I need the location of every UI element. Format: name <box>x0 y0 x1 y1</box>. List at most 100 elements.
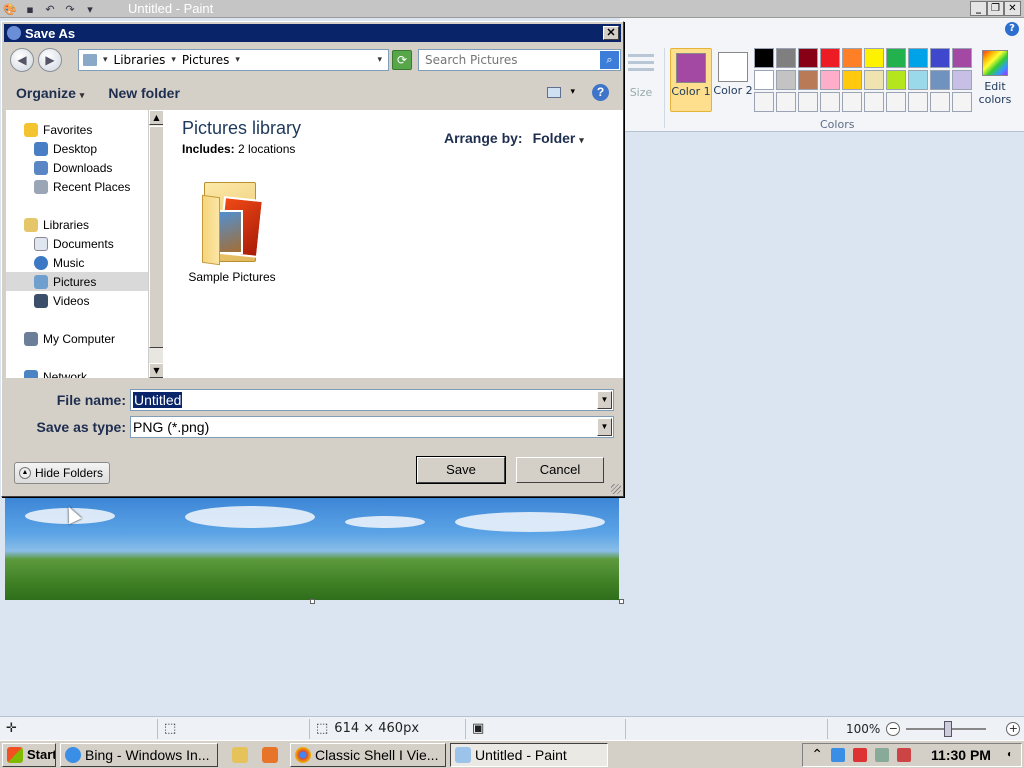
media-player-quicklaunch-icon[interactable] <box>262 746 278 763</box>
palette-swatch[interactable] <box>798 48 818 68</box>
nav-documents[interactable]: Documents <box>6 234 148 253</box>
save-type-select[interactable]: PNG (*.png) ▼ <box>130 416 614 438</box>
color1-button[interactable]: Color 1 <box>670 48 712 112</box>
nav-downloads[interactable]: Downloads <box>6 158 148 177</box>
palette-swatch[interactable] <box>952 70 972 90</box>
restore-icon[interactable]: ❐ <box>987 1 1004 16</box>
explorer-quicklaunch-icon[interactable] <box>232 746 248 763</box>
address-bar[interactable]: ▾ Libraries ▾ Pictures ▾ ▾ <box>78 49 389 71</box>
task-classic-shell[interactable]: Classic Shell I Vie... <box>290 742 446 767</box>
address-history-icon[interactable]: ▾ <box>377 55 382 65</box>
save-quick-icon[interactable]: ▪ <box>22 1 38 17</box>
palette-swatch[interactable] <box>886 92 906 112</box>
color2-button[interactable]: Color 2 <box>712 48 754 112</box>
edit-colors-button[interactable]: Edit colors <box>974 48 1016 106</box>
size-lines-icon[interactable] <box>628 54 654 75</box>
nav-music[interactable]: Music <box>6 253 148 272</box>
nav-libraries[interactable]: Libraries <box>6 215 148 234</box>
nav-pictures[interactable]: Pictures <box>6 272 148 291</box>
nav-my-computer[interactable]: My Computer <box>6 329 148 348</box>
palette-swatch[interactable] <box>952 48 972 68</box>
tray-expand-icon[interactable]: ⌃ <box>811 746 823 763</box>
organize-button[interactable]: Organize ▾ <box>4 85 96 101</box>
scrollbar-thumb[interactable] <box>149 126 164 348</box>
resize-handle[interactable] <box>310 599 315 604</box>
cancel-button[interactable]: Cancel <box>516 457 604 483</box>
save-type-dropdown-icon[interactable]: ▼ <box>597 418 612 436</box>
tray-app-icon[interactable] <box>831 747 846 762</box>
palette-swatch[interactable] <box>820 70 840 90</box>
clock[interactable]: 11:30 PM <box>931 747 991 763</box>
palette-swatch[interactable] <box>864 92 884 112</box>
palette-swatch[interactable] <box>908 92 928 112</box>
palette-swatch[interactable] <box>754 70 774 90</box>
palette-swatch[interactable] <box>952 92 972 112</box>
folder-item-sample-pictures[interactable]: Sample Pictures <box>187 176 277 284</box>
change-view-icon[interactable] <box>547 87 561 98</box>
size-label[interactable]: Size <box>626 86 656 99</box>
nav-recent-places[interactable]: Recent Places <box>6 177 148 196</box>
includes-locations-link[interactable]: 2 locations <box>238 142 295 156</box>
palette-swatch[interactable] <box>798 92 818 112</box>
file-name-field[interactable]: Untitled ▼ <box>130 389 614 411</box>
zoom-slider-thumb[interactable] <box>944 720 953 737</box>
chevron-down-icon[interactable]: ▾ <box>171 55 176 65</box>
tray-volume-muted-icon[interactable] <box>897 747 912 762</box>
palette-swatch[interactable] <box>930 70 950 90</box>
palette-swatch[interactable] <box>776 70 796 90</box>
palette-swatch[interactable] <box>842 48 862 68</box>
chevron-down-icon[interactable]: ▾ <box>235 55 240 65</box>
palette-swatch[interactable] <box>842 70 862 90</box>
new-folder-button[interactable]: New folder <box>96 85 192 101</box>
breadcrumb-pictures[interactable]: Pictures <box>182 53 230 67</box>
paint-canvas[interactable] <box>5 498 619 600</box>
dialog-close-icon[interactable]: ✕ <box>603 26 619 40</box>
zoom-in-icon[interactable]: + <box>1006 721 1021 736</box>
palette-swatch[interactable] <box>776 48 796 68</box>
nav-videos[interactable]: Videos <box>6 291 148 310</box>
search-icon[interactable]: ⌕ <box>600 51 619 69</box>
redo-icon[interactable]: ↷ <box>62 1 78 17</box>
palette-swatch[interactable] <box>754 92 774 112</box>
palette-swatch[interactable] <box>908 70 928 90</box>
back-icon[interactable]: ◀ <box>10 48 34 72</box>
zoom-out-icon[interactable]: − <box>886 721 901 736</box>
zoom-slider[interactable] <box>906 720 987 737</box>
nav-desktop[interactable]: Desktop <box>6 139 148 158</box>
tray-network-icon[interactable] <box>875 747 890 762</box>
task-bing[interactable]: Bing - Windows In... <box>60 742 218 767</box>
breadcrumb-libraries[interactable]: Libraries <box>114 53 166 67</box>
palette-swatch[interactable] <box>886 70 906 90</box>
resize-handle[interactable] <box>619 599 624 604</box>
close-window-icon[interactable]: ✕ <box>1004 1 1021 16</box>
palette-swatch[interactable] <box>864 48 884 68</box>
ribbon-help-icon[interactable]: ? <box>1005 22 1019 36</box>
start-button[interactable]: Start <box>2 742 56 767</box>
palette-swatch[interactable] <box>754 48 774 68</box>
resize-grip-icon[interactable] <box>611 484 621 494</box>
scroll-down-icon[interactable]: ▼ <box>149 363 164 378</box>
file-name-dropdown-icon[interactable]: ▼ <box>597 391 612 409</box>
show-desktop-icon[interactable]: ◐ <box>1007 749 1013 760</box>
nav-network[interactable]: Network <box>6 367 148 378</box>
undo-icon[interactable]: ↶ <box>42 1 58 17</box>
palette-swatch[interactable] <box>842 92 862 112</box>
palette-swatch[interactable] <box>798 70 818 90</box>
minimize-icon[interactable]: _ <box>970 1 987 16</box>
nav-pane-scrollbar[interactable]: ▲ ▼ <box>148 110 164 378</box>
scroll-up-icon[interactable]: ▲ <box>149 110 164 125</box>
arrange-by-control[interactable]: Arrange by: Folder ▾ <box>444 130 584 146</box>
palette-swatch[interactable] <box>820 92 840 112</box>
forward-icon[interactable]: ▶ <box>38 48 62 72</box>
refresh-icon[interactable]: ⟳ <box>392 50 412 70</box>
palette-swatch[interactable] <box>886 48 906 68</box>
file-name-value[interactable]: Untitled <box>133 392 183 408</box>
task-paint[interactable]: Untitled - Paint <box>450 742 608 767</box>
customize-quick-access-icon[interactable]: ▾ <box>82 1 98 17</box>
save-button[interactable]: Save <box>416 456 506 484</box>
chevron-right-icon[interactable]: ▾ <box>103 55 108 65</box>
palette-swatch[interactable] <box>776 92 796 112</box>
paint-app-icon[interactable]: 🎨 <box>2 1 18 17</box>
help-icon[interactable]: ? <box>592 84 609 101</box>
nav-favorites[interactable]: Favorites <box>6 120 148 139</box>
